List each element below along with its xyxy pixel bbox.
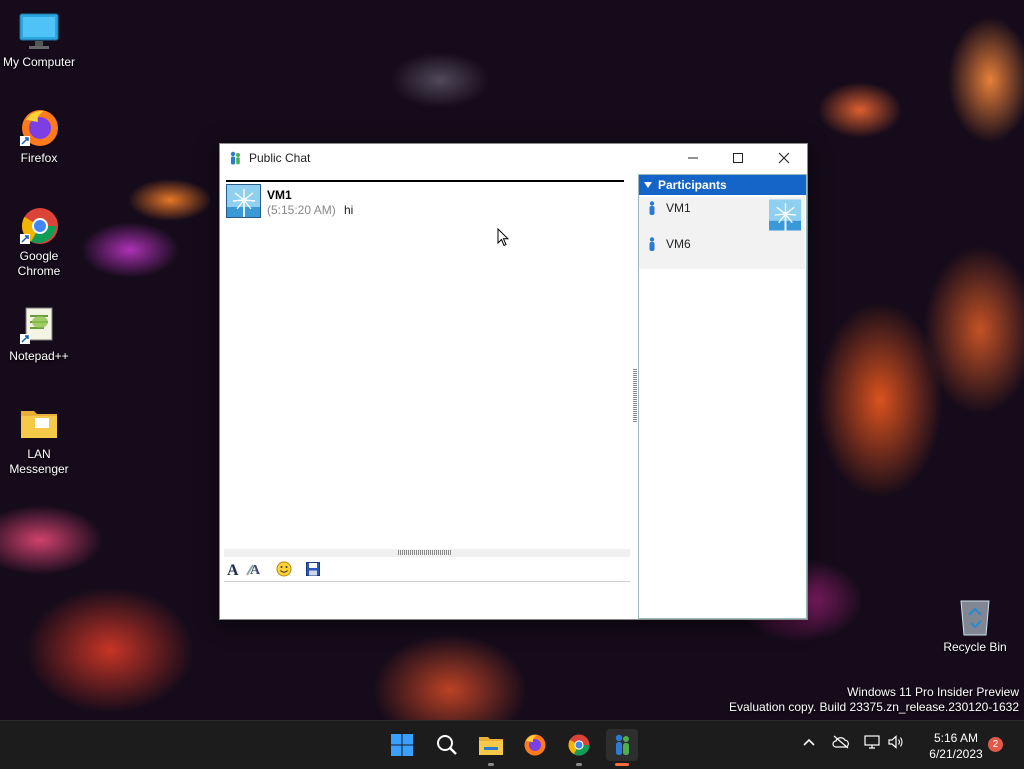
splitter-grip: [633, 369, 637, 423]
firefox-icon: [18, 106, 60, 148]
font-color-button[interactable]: A: [245, 559, 265, 579]
svg-text:A: A: [250, 563, 261, 578]
message-input[interactable]: [220, 583, 632, 618]
user-status-icon: [649, 237, 655, 251]
search-button[interactable]: [431, 729, 463, 761]
message-text: hi: [344, 203, 354, 217]
participants-header[interactable]: Participants: [639, 175, 806, 195]
desktop-icon-label: Firefox: [20, 151, 58, 165]
smiley-icon: [276, 561, 292, 577]
windows-watermark: Windows 11 Pro Insider Preview Evaluatio…: [729, 685, 1019, 715]
desktop-icon-label: Notepad++: [9, 349, 69, 363]
desktop-icon-label: Google Chrome: [17, 249, 61, 278]
chrome-icon: [568, 734, 590, 756]
taskbar-file-explorer[interactable]: [475, 729, 507, 766]
participant-name: VM6: [666, 237, 691, 251]
close-button[interactable]: [761, 144, 807, 172]
desktop-icon-lan-messenger[interactable]: LAN Messenger: [0, 402, 79, 477]
triangle-down-icon: [644, 182, 652, 188]
firefox-icon: [524, 734, 546, 756]
desktop-icon-notepad-plus-plus[interactable]: Notepad++: [0, 304, 79, 364]
desktop-icon-my-computer[interactable]: My Computer: [0, 10, 79, 70]
watermark-line: Windows 11 Pro Insider Preview: [847, 685, 1019, 699]
folder-icon: [479, 737, 503, 755]
windows-logo-icon: [391, 734, 413, 756]
chevron-up-icon: [803, 738, 815, 746]
clock-date: 6/21/2023: [929, 747, 983, 761]
speaker-icon: [888, 735, 903, 749]
save-button[interactable]: [303, 559, 323, 579]
mouse-cursor-icon: [497, 228, 509, 247]
search-icon: [437, 735, 457, 755]
onedrive-tray-icon[interactable]: [832, 735, 850, 754]
lan-messenger-icon: [615, 734, 629, 755]
participant-name: VM1: [666, 201, 691, 215]
lan-messenger-icon: [228, 151, 242, 165]
avatar: [226, 184, 261, 218]
desktop-icon-firefox[interactable]: Firefox: [0, 106, 79, 166]
start-button[interactable]: [386, 729, 418, 761]
font-color-icon: A: [246, 563, 261, 578]
title-bar[interactable]: Public Chat: [220, 144, 807, 172]
taskbar: 5:16 AM 6/21/2023 2: [0, 720, 1024, 769]
network-tray-icon[interactable]: [864, 735, 882, 754]
clock-time: 5:16 AM: [933, 731, 979, 745]
cloud-off-icon: [832, 735, 849, 749]
close-icon: [778, 152, 790, 164]
taskbar-firefox[interactable]: [519, 729, 551, 761]
minimize-button[interactable]: [670, 144, 716, 172]
minimize-icon: [688, 157, 698, 159]
avatar: [769, 199, 801, 231]
font-button[interactable]: A: [224, 559, 244, 579]
desktop-icon-google-chrome[interactable]: Google Chrome: [0, 204, 79, 279]
network-icon: [864, 735, 880, 749]
notepad-plus-plus-icon: [18, 304, 60, 346]
horizontal-splitter[interactable]: [224, 549, 630, 557]
participants-header-label: Participants: [658, 178, 727, 192]
taskbar-chrome[interactable]: [563, 729, 595, 766]
folder-icon: [18, 402, 60, 444]
watermark-line: Evaluation copy. Build 23375.zn_release.…: [729, 700, 1019, 714]
recycle-bin-icon: [955, 595, 995, 637]
chat-message: VM1 (5:15:20 AM) hi: [226, 184, 616, 220]
system-clock[interactable]: 5:16 AM 6/21/2023: [916, 730, 996, 762]
monitor-icon: [18, 10, 60, 52]
message-sender: VM1: [267, 188, 292, 202]
window-title: Public Chat: [249, 151, 311, 165]
taskbar-indicator: [488, 763, 494, 766]
desktop-icon-recycle-bin[interactable]: Recycle Bin: [935, 595, 1015, 654]
recycle-bin-label: Recycle Bin: [943, 640, 1007, 654]
participant-item[interactable]: VM1: [639, 197, 805, 233]
font-icon: A: [227, 562, 239, 578]
chat-pane: VM1 (5:15:20 AM) hi A A: [220, 172, 632, 618]
splitter-grip: [398, 550, 452, 555]
show-hidden-icons-button[interactable]: [802, 735, 816, 754]
participants-panel: Participants VM1 VM6: [638, 174, 807, 619]
save-icon: [306, 562, 320, 576]
taskbar-lan-messenger[interactable]: [606, 729, 638, 766]
svg-text:A: A: [227, 562, 239, 578]
notification-badge[interactable]: 2: [988, 737, 1003, 752]
message-time: (5:15:20 AM): [267, 203, 336, 217]
user-status-icon: [649, 201, 655, 215]
desktop-icon-label: My Computer: [2, 55, 76, 69]
volume-tray-icon[interactable]: [888, 735, 904, 754]
maximize-button[interactable]: [715, 144, 761, 172]
public-chat-window[interactable]: Public Chat VM1 (5:15:20 AM) hi A A Part…: [219, 143, 808, 620]
emoticon-button[interactable]: [274, 559, 294, 579]
chrome-icon: [18, 204, 60, 246]
desktop-icon-label: LAN Messenger: [9, 447, 69, 476]
participant-item[interactable]: VM6: [639, 233, 805, 269]
format-toolbar: A A: [224, 557, 630, 582]
taskbar-indicator: [615, 763, 629, 766]
maximize-icon: [733, 153, 743, 163]
message-log[interactable]: VM1 (5:15:20 AM) hi: [226, 180, 624, 552]
taskbar-indicator: [576, 763, 582, 766]
